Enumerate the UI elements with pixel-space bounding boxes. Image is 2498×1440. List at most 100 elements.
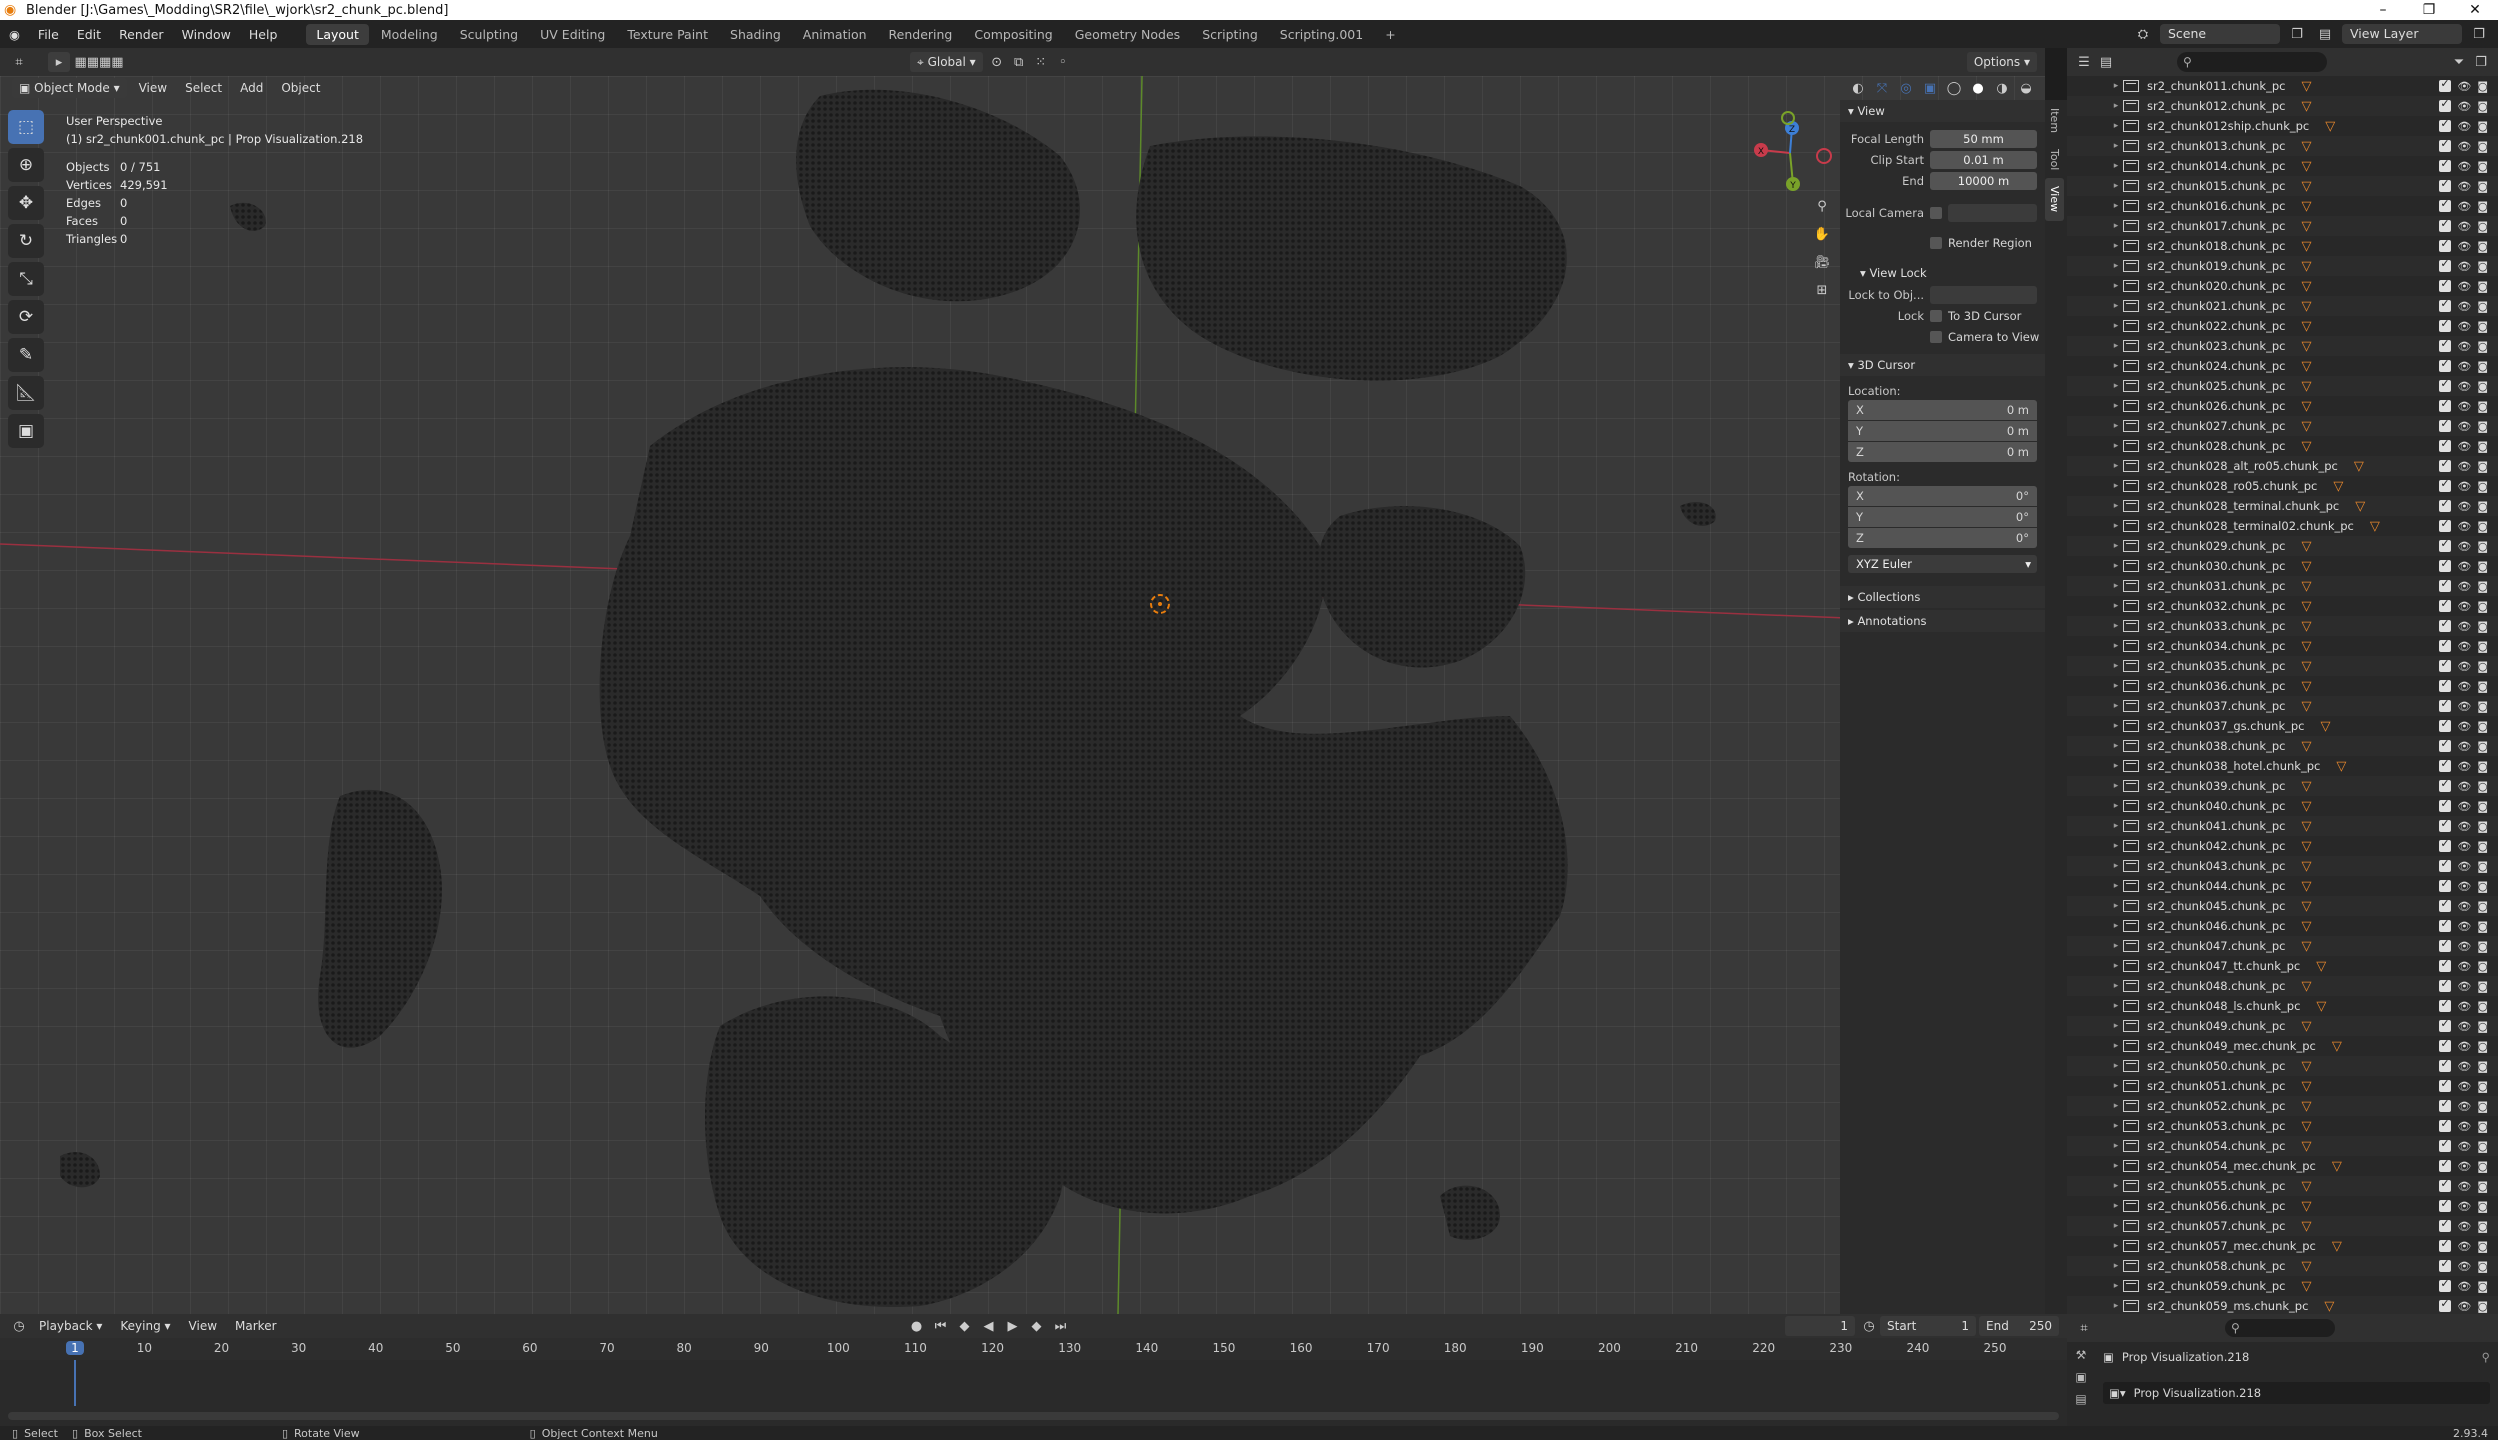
eye-icon[interactable]: 👁︎	[2457, 460, 2471, 473]
camera-render-icon[interactable]: ◙	[2477, 120, 2488, 133]
tab-texture-paint[interactable]: Texture Paint	[617, 24, 718, 45]
local-camera-checkbox[interactable]	[1930, 207, 1942, 219]
expand-arrow-icon[interactable]: ▸	[2109, 121, 2123, 131]
eye-icon[interactable]: 👁︎	[2457, 860, 2471, 873]
exclude-checkbox[interactable]	[2439, 1137, 2452, 1152]
expand-arrow-icon[interactable]: ▸	[2109, 1061, 2123, 1071]
exclude-checkbox[interactable]	[2439, 597, 2452, 612]
exclude-checkbox[interactable]	[2439, 317, 2452, 332]
outliner-collection-row[interactable]: ▸ sr2_chunk014.chunk_pc ▽ 👁︎ ◙	[2067, 156, 2498, 176]
camera-render-icon[interactable]: ◙	[2477, 680, 2488, 693]
camera-render-icon[interactable]: ◙	[2477, 460, 2488, 473]
outliner-collection-row[interactable]: ▸ sr2_chunk049_mec.chunk_pc ▽ 👁︎ ◙	[2067, 1036, 2498, 1056]
camera-render-icon[interactable]: ◙	[2477, 300, 2488, 313]
timeline-menu-marker[interactable]: Marker	[226, 1319, 285, 1333]
exclude-checkbox[interactable]	[2439, 877, 2452, 892]
eye-icon[interactable]: 👁︎	[2457, 720, 2471, 733]
view-lock-section-header[interactable]: ▾ View Lock	[1840, 262, 2045, 284]
outliner-collection-row[interactable]: ▸ sr2_chunk056.chunk_pc ▽ 👁︎ ◙	[2067, 1196, 2498, 1216]
exclude-checkbox[interactable]	[2439, 777, 2452, 792]
exclude-checkbox[interactable]	[2439, 897, 2452, 912]
eye-icon[interactable]: 👁︎	[2457, 1100, 2471, 1113]
expand-arrow-icon[interactable]: ▸	[2109, 401, 2123, 411]
exclude-checkbox[interactable]	[2439, 517, 2452, 532]
exclude-checkbox[interactable]	[2439, 1057, 2452, 1072]
expand-arrow-icon[interactable]: ▸	[2109, 1041, 2123, 1051]
exclude-checkbox[interactable]	[2439, 497, 2452, 512]
camera-render-icon[interactable]: ◙	[2477, 1100, 2488, 1113]
exclude-checkbox[interactable]	[2439, 857, 2452, 872]
expand-arrow-icon[interactable]: ▸	[2109, 1181, 2123, 1191]
exclude-checkbox[interactable]	[2439, 157, 2452, 172]
eye-icon[interactable]: 👁︎	[2457, 1040, 2471, 1053]
camera-render-icon[interactable]: ◙	[2477, 780, 2488, 793]
exclude-checkbox[interactable]	[2439, 797, 2452, 812]
exclude-checkbox[interactable]	[2439, 657, 2452, 672]
outliner-collection-row[interactable]: ▸ sr2_chunk027.chunk_pc ▽ 👁︎ ◙	[2067, 416, 2498, 436]
render-region-checkbox[interactable]	[1930, 237, 1942, 249]
outliner-collection-row[interactable]: ▸ sr2_chunk022.chunk_pc ▽ 👁︎ ◙	[2067, 316, 2498, 336]
expand-arrow-icon[interactable]: ▸	[2109, 101, 2123, 111]
eye-icon[interactable]: 👁︎	[2457, 560, 2471, 573]
eye-icon[interactable]: 👁︎	[2457, 980, 2471, 993]
expand-arrow-icon[interactable]: ▸	[2109, 881, 2123, 891]
outliner-collection-row[interactable]: ▸ sr2_chunk055.chunk_pc ▽ 👁︎ ◙	[2067, 1176, 2498, 1196]
exclude-checkbox[interactable]	[2439, 1277, 2452, 1292]
expand-arrow-icon[interactable]: ▸	[2109, 1261, 2123, 1271]
scale-tool-icon[interactable]: ⤡	[8, 262, 44, 296]
expand-arrow-icon[interactable]: ▸	[2109, 501, 2123, 511]
expand-arrow-icon[interactable]: ▸	[2109, 541, 2123, 551]
exclude-checkbox[interactable]	[2439, 997, 2452, 1012]
lock-to-object-field[interactable]	[1930, 286, 2037, 304]
expand-arrow-icon[interactable]: ▸	[2109, 441, 2123, 451]
camera-render-icon[interactable]: ◙	[2477, 1240, 2488, 1253]
expand-arrow-icon[interactable]: ▸	[2109, 961, 2123, 971]
outliner-collection-row[interactable]: ▸ sr2_chunk051.chunk_pc ▽ 👁︎ ◙	[2067, 1076, 2498, 1096]
expand-arrow-icon[interactable]: ▸	[2109, 201, 2123, 211]
camera-render-icon[interactable]: ◙	[2477, 320, 2488, 333]
shading-wireframe-icon[interactable]: ◯	[1943, 78, 1965, 98]
cursor-tool-icon[interactable]: ⊕	[8, 148, 44, 182]
expand-arrow-icon[interactable]: ▸	[2109, 461, 2123, 471]
outliner-collection-row[interactable]: ▸ sr2_chunk045.chunk_pc ▽ 👁︎ ◙	[2067, 896, 2498, 916]
expand-arrow-icon[interactable]: ▸	[2109, 361, 2123, 371]
exclude-checkbox[interactable]	[2439, 297, 2452, 312]
outliner-collection-row[interactable]: ▸ sr2_chunk028_terminal02.chunk_pc ▽ 👁︎ ◙	[2067, 516, 2498, 536]
outliner-collection-row[interactable]: ▸ sr2_chunk043.chunk_pc ▽ 👁︎ ◙	[2067, 856, 2498, 876]
pan-hand-icon[interactable]: ✋	[1811, 224, 1833, 244]
snap-target-icon[interactable]: ⁙	[1030, 52, 1052, 72]
tab-scripting[interactable]: Scripting	[1192, 24, 1268, 45]
outliner-collection-row[interactable]: ▸ sr2_chunk054_mec.chunk_pc ▽ 👁︎ ◙	[2067, 1156, 2498, 1176]
eye-icon[interactable]: 👁︎	[2457, 320, 2471, 333]
camera-render-icon[interactable]: ◙	[2477, 1160, 2488, 1173]
expand-arrow-icon[interactable]: ▸	[2109, 761, 2123, 771]
tab-layout[interactable]: Layout	[306, 23, 369, 45]
outliner-collection-row[interactable]: ▸ sr2_chunk030.chunk_pc ▽ 👁︎ ◙	[2067, 556, 2498, 576]
camera-render-icon[interactable]: ◙	[2477, 1020, 2488, 1033]
eye-icon[interactable]: 👁︎	[2457, 140, 2471, 153]
tab-sculpting[interactable]: Sculpting	[450, 24, 528, 45]
exclude-checkbox[interactable]	[2439, 237, 2452, 252]
eye-icon[interactable]: 👁︎	[2457, 940, 2471, 953]
eye-icon[interactable]: 👁︎	[2457, 220, 2471, 233]
tool-props-icon[interactable]: ⚒	[2076, 1348, 2087, 1362]
exclude-checkbox[interactable]	[2439, 97, 2452, 112]
view-layer-selector[interactable]: View Layer	[2342, 24, 2462, 44]
camera-render-icon[interactable]: ◙	[2477, 720, 2488, 733]
render-props-icon[interactable]: ▣	[2075, 1370, 2086, 1384]
timeline-menu-playback[interactable]: Playback ▾	[30, 1319, 111, 1333]
outliner-collection-row[interactable]: ▸ sr2_chunk028_terminal.chunk_pc ▽ 👁︎ ◙	[2067, 496, 2498, 516]
outliner-collection-row[interactable]: ▸ sr2_chunk012.chunk_pc ▽ 👁︎ ◙	[2067, 96, 2498, 116]
eye-icon[interactable]: 👁︎	[2457, 880, 2471, 893]
outliner-collection-row[interactable]: ▸ sr2_chunk034.chunk_pc ▽ 👁︎ ◙	[2067, 636, 2498, 656]
camera-render-icon[interactable]: ◙	[2477, 860, 2488, 873]
camera-render-icon[interactable]: ◙	[2477, 1140, 2488, 1153]
camera-render-icon[interactable]: ◙	[2477, 1060, 2488, 1073]
snap-icon[interactable]: ⧉	[1008, 52, 1030, 72]
eye-icon[interactable]: 👁︎	[2457, 680, 2471, 693]
timeline-ruler[interactable]: 1 10 20 30 40 50 60 70 80 90 100 110 120 130 140 150 160…	[0, 1338, 2067, 1360]
outliner-collection-row[interactable]: ▸ sr2_chunk032.chunk_pc ▽ 👁︎ ◙	[2067, 596, 2498, 616]
eye-icon[interactable]: 👁︎	[2457, 1060, 2471, 1073]
camera-render-icon[interactable]: ◙	[2477, 240, 2488, 253]
expand-arrow-icon[interactable]: ▸	[2109, 981, 2123, 991]
